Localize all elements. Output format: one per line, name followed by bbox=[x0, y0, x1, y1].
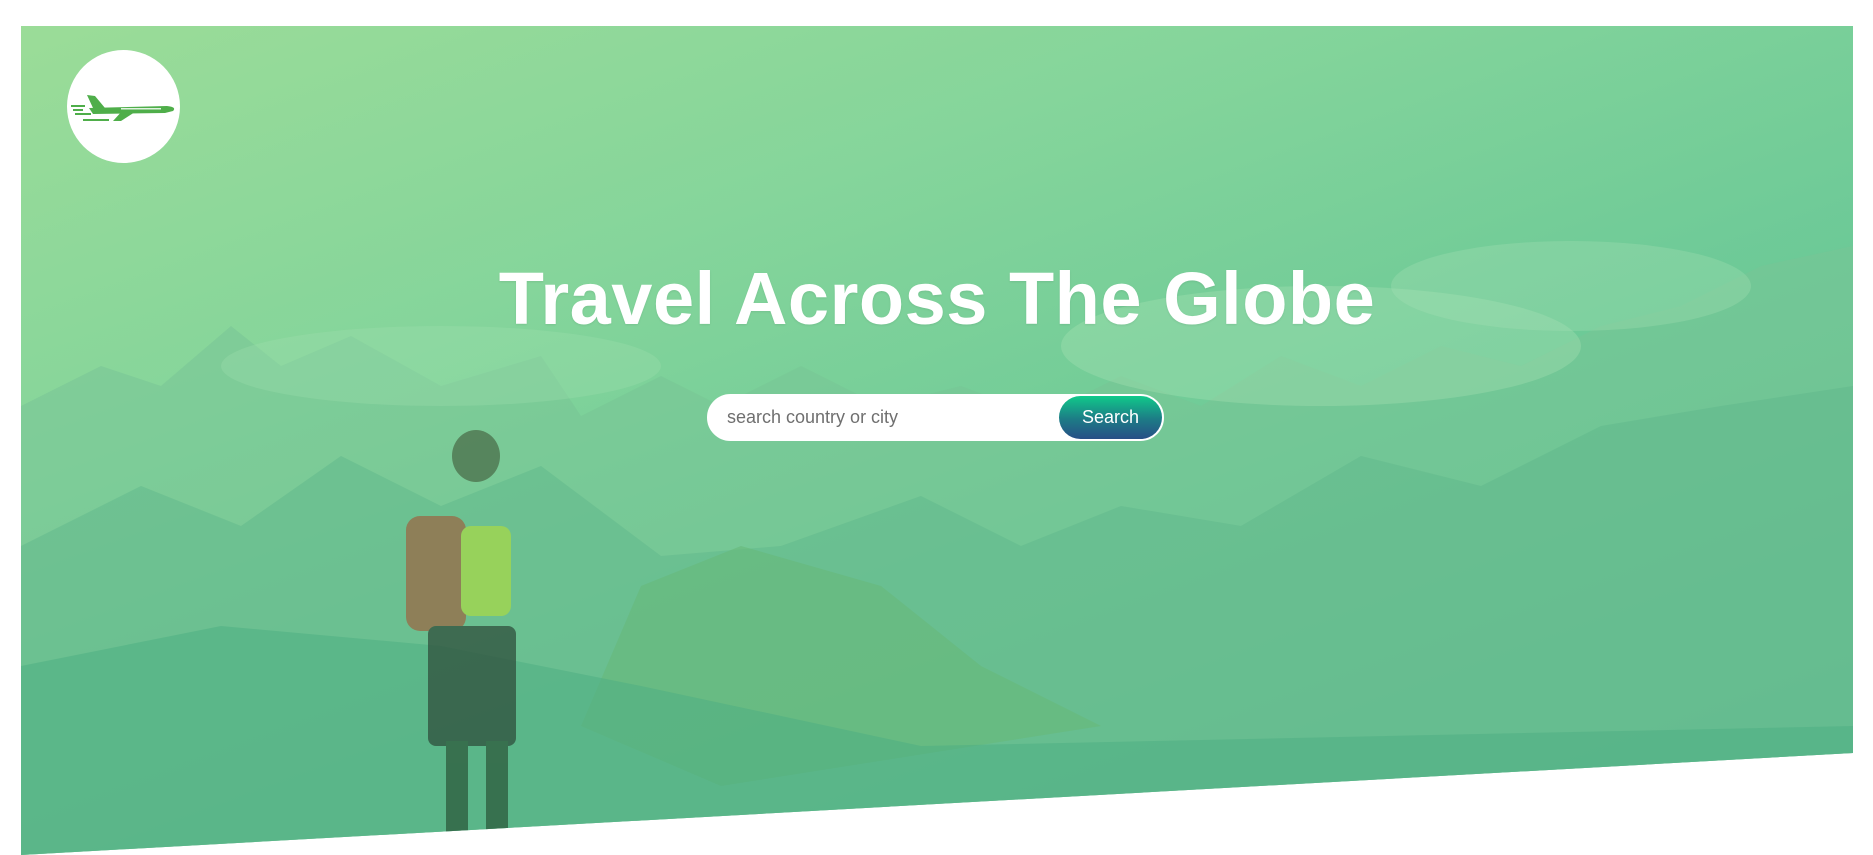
hero-banner: Travel Across The Globe Search bbox=[21, 26, 1853, 855]
search-bar: Search bbox=[707, 394, 1164, 441]
search-button[interactable]: Search bbox=[1059, 396, 1162, 439]
search-input[interactable] bbox=[709, 396, 1067, 439]
airplane-icon bbox=[70, 94, 174, 121]
logo[interactable] bbox=[67, 50, 180, 163]
page-title: Travel Across The Globe bbox=[498, 257, 1376, 340]
